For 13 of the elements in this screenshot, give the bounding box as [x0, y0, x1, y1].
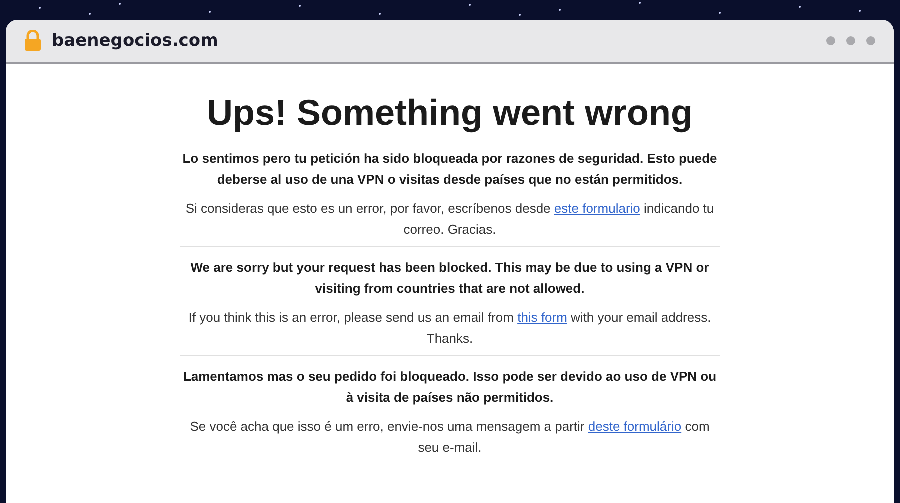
form-link[interactable]: this form [518, 310, 568, 325]
form-link[interactable]: deste formulário [588, 419, 682, 434]
notice-text: We are sorry but your request has been blocked. This may be due to using a VPN or visiting from countries that are not allowed. [190, 259, 710, 298]
contact-text: Si consideras que esto es un error, por favor, escríbenos desde este formulario indicando tu correo. Gracias. [184, 200, 716, 239]
notice-text: Lo sentimos pero tu petición ha sido bloqueada por razones de seguridad. Esto puede deberse al uso de una VPN o visitas desde países que no están permitidos. [182, 150, 718, 189]
page-title: Ups! Something went wrong [206, 92, 694, 134]
contact-text: Se você acha que isso é um erro, envie-nos uma mensagem a partir deste formulário com seu e-mail. [189, 418, 711, 457]
notice-text: Lamentamos mas o seu pedido foi bloqueado. Isso pode ser devido ao uso de VPN ou à visita de países não permitidos. [182, 368, 718, 407]
lock-icon [24, 30, 42, 52]
window-dots-icon [826, 36, 876, 46]
site-address: baenegocios.com [52, 31, 218, 51]
form-link[interactable]: este formulario [554, 201, 640, 216]
contact-text: If you think this is an error, please send us an email from this form with your email address. Thanks. [188, 309, 712, 348]
